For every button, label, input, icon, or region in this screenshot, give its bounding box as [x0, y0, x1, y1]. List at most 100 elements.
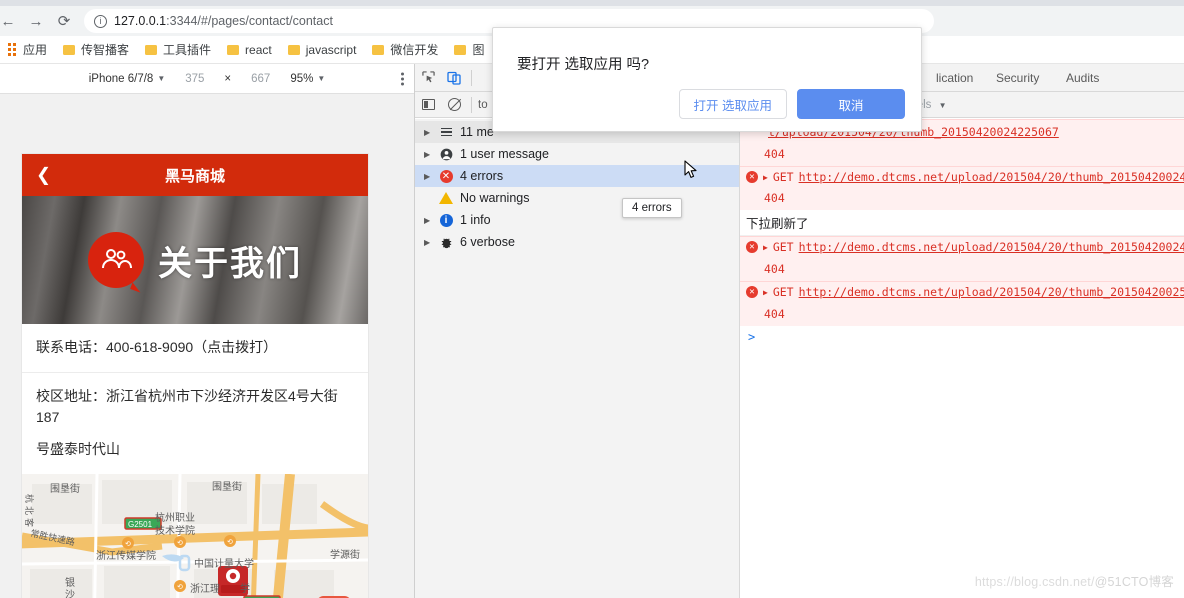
apps-grid-icon [8, 43, 16, 56]
console-error-url[interactable]: http://demo.dtcms.net/upload/201504/20/t… [799, 169, 1184, 187]
expand-arrow-icon[interactable]: ▶ [763, 242, 768, 254]
device-height-input[interactable]: 667 [251, 73, 270, 85]
address-line-1: 校区地址：浙江省杭州市下沙经济开发区4号大街187 [36, 387, 338, 426]
forward-button[interactable]: → [22, 7, 50, 35]
chevron-down-icon: ▼ [317, 74, 326, 83]
expand-arrow-icon[interactable]: ▶ [424, 216, 432, 225]
svg-text:⟲: ⟲ [125, 541, 131, 548]
url-path: :3344/#/pages/contact/contact [166, 14, 333, 28]
bookmark-item[interactable]: javascript [287, 43, 356, 57]
console-prompt[interactable]: > [740, 326, 1184, 348]
more-options-icon[interactable] [401, 72, 404, 85]
toggle-sidebar-icon[interactable] [415, 92, 441, 118]
svg-text:银: 银 [65, 576, 75, 589]
device-width-input[interactable]: 375 [185, 73, 204, 85]
dimension-separator: × [224, 72, 232, 85]
bug-icon [439, 235, 453, 249]
cancel-button[interactable]: 取消 [797, 89, 905, 119]
console-log[interactable]: t/upload/201504/20/thumb_201504200242250… [740, 119, 1184, 598]
tab-application[interactable]: lication [925, 64, 984, 92]
context-selector[interactable]: to [478, 99, 488, 111]
expand-arrow-icon[interactable]: ▶ [424, 128, 432, 137]
device-ruler [0, 94, 414, 110]
svg-text:浙江理: 浙江理 [190, 583, 220, 595]
device-canvas: ❮ 黑马商城 关于我们 联系电话：400-618-9090（点击拨打） 校区地址… [0, 94, 414, 598]
folder-icon [372, 44, 385, 55]
expand-arrow-icon[interactable]: ▶ [424, 172, 432, 181]
console-error-url[interactable]: http://demo.dtcms.net/upload/201504/20/t… [799, 284, 1184, 302]
error-icon: ✕ [746, 241, 758, 254]
device-emulation-pane: iPhone 6/7/8 ▼ 375 × 667 95% ▼ ❮ 黑马商城 关于… [0, 64, 414, 598]
sidebar-item-info[interactable]: ▶ i 1 info [415, 209, 739, 231]
folder-icon [63, 44, 76, 55]
svg-text:中国计量大学: 中国计量大学 [194, 557, 254, 570]
folder-icon [145, 44, 158, 55]
console-error-row[interactable]: ✕ ▶ GET http://demo.dtcms.net/upload/201… [740, 165, 1184, 190]
console-error-row[interactable]: ✕ ▶ GET http://demo.dtcms.net/upload/201… [740, 280, 1184, 305]
list-icon [439, 125, 453, 139]
bookmark-item[interactable]: 图 [454, 41, 484, 58]
sidebar-item-label: 4 errors [460, 169, 504, 183]
sidebar-item-label: No warnings [460, 191, 530, 205]
chevron-left-icon[interactable]: ❮ [36, 165, 51, 186]
watermark-tag: @51CTO博客 [1094, 575, 1174, 589]
bookmark-item[interactable]: 微信开发 [372, 41, 438, 58]
bookmark-item[interactable]: 传智播客 [63, 41, 129, 58]
expand-arrow-icon[interactable]: ▶ [763, 172, 768, 184]
devtools-pane: lication Security Audits to levels ▼ ▶ [414, 64, 1184, 598]
svg-text:G2501: G2501 [128, 520, 153, 529]
zoom-selector[interactable]: 95% ▼ [290, 73, 325, 85]
console-error-row[interactable]: ✕ ▶ GET http://demo.dtcms.net/upload/201… [740, 236, 1184, 261]
svg-text:沙: 沙 [65, 589, 75, 598]
console-error-method: GET [772, 169, 794, 184]
error-icon: ✕ [746, 285, 758, 298]
sidebar-item-label: 6 verbose [460, 235, 515, 249]
svg-text:杭: 杭 [24, 494, 35, 503]
console-error-method: GET [772, 284, 794, 299]
svg-text:围垦街: 围垦街 [50, 482, 80, 495]
warning-icon [439, 191, 453, 205]
toggle-device-toolbar-icon[interactable] [441, 65, 467, 91]
contact-address-row: 校区地址：浙江省杭州市下沙经济开发区4号大街187 号盛泰时代山 [22, 373, 368, 474]
external-protocol-dialog: 要打开 选取应用 吗? 打开 选取应用 取消 [492, 27, 922, 132]
bookmark-label: 应用 [23, 43, 48, 57]
site-info-icon[interactable]: i [94, 14, 107, 28]
svg-text:⟲: ⟲ [227, 539, 233, 546]
reload-button[interactable]: ⟳ [50, 7, 78, 35]
sidebar-item-warnings[interactable]: No warnings [415, 187, 739, 209]
tab-security[interactable]: Security [985, 64, 1050, 92]
sidebar-item-label: 11 me [460, 125, 494, 139]
clear-console-icon[interactable] [441, 92, 467, 118]
svg-text:学: 学 [240, 582, 250, 595]
sidebar-item-label: 1 info [460, 213, 491, 227]
browser-window: ← → ⟳ i 127.0.0.1:3344/#/pages/contact/c… [0, 0, 1184, 598]
device-selector[interactable]: iPhone 6/7/8 ▼ [89, 73, 166, 85]
expand-arrow-icon[interactable]: ▶ [763, 287, 768, 299]
expand-arrow-icon[interactable]: ▶ [424, 238, 432, 247]
console-error-status: 404 [740, 188, 1184, 211]
watermark-url: https://blog.csdn.net/ [974, 575, 1095, 589]
watermark: https://blog.csdn.net/@51CTO博客 [975, 571, 1174, 590]
back-button[interactable]: ← [0, 7, 22, 35]
hero-banner: 关于我们 [22, 196, 368, 324]
console-body: ▶ 11 me ▶ 1 user message ▶ ✕ 4 errors No… [415, 119, 1184, 598]
location-map[interactable]: ⟲⟲ ⟲⟲ G2501 G2501 1号线 [22, 473, 368, 598]
hero-title: 关于我们 [158, 244, 302, 283]
inspect-element-icon[interactable] [415, 65, 441, 91]
folder-icon [287, 44, 300, 55]
svg-text:客: 客 [24, 518, 35, 527]
expand-arrow-icon[interactable]: ▶ [424, 150, 432, 159]
user-icon [439, 147, 453, 161]
console-error-url[interactable]: http://demo.dtcms.net/upload/201504/20/t… [799, 239, 1184, 257]
chevron-down-icon: ▼ [938, 100, 947, 110]
bookmark-apps[interactable]: 应用 [4, 41, 47, 58]
bookmark-item[interactable]: 工具插件 [145, 41, 211, 58]
contact-phone-row[interactable]: 联系电话：400-618-9090（点击拨打） [22, 324, 368, 373]
phone-viewport[interactable]: ❮ 黑马商城 关于我们 联系电话：400-618-9090（点击拨打） 校区地址… [22, 154, 368, 598]
svg-text:技术学院: 技术学院 [155, 524, 195, 537]
bookmark-item[interactable]: react [227, 43, 272, 57]
sidebar-item-verbose[interactable]: ▶ 6 verbose [415, 231, 739, 253]
open-app-button[interactable]: 打开 选取应用 [678, 89, 787, 119]
svg-text:⟲: ⟲ [177, 540, 183, 547]
tab-audits[interactable]: Audits [1055, 64, 1110, 92]
